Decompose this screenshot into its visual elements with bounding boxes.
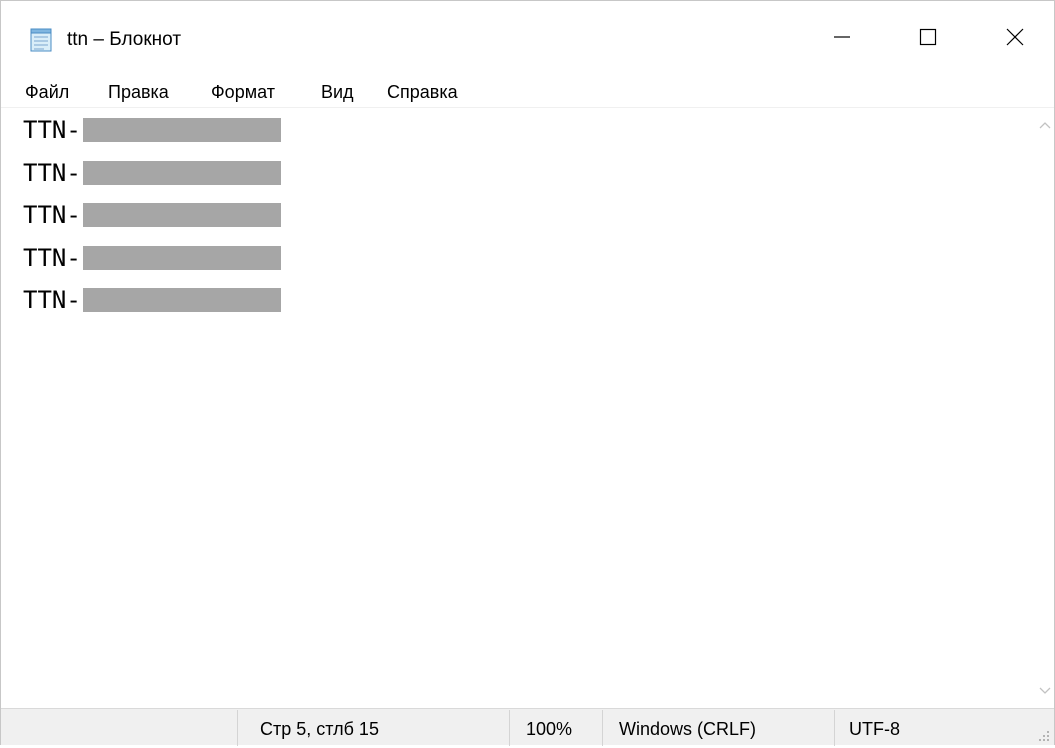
minimize-button[interactable]	[807, 1, 877, 77]
notepad-window: ttn – Блокнот Файл Правка Формат Вид Спр…	[0, 0, 1055, 746]
chevron-down-icon[interactable]	[1037, 683, 1053, 699]
redacted-block	[82, 246, 281, 270]
line-ending: Windows (CRLF)	[619, 719, 757, 739]
menu-edit[interactable]: Правка	[106, 79, 171, 105]
vertical-scrollbar[interactable]	[1035, 108, 1054, 708]
line-text: TTN-	[23, 159, 81, 187]
text-line: TTN-	[23, 158, 281, 188]
line-text: TTN-	[23, 201, 81, 229]
close-button[interactable]	[980, 1, 1050, 77]
redacted-block	[82, 161, 281, 185]
resize-grip-icon[interactable]	[1035, 727, 1051, 743]
redacted-block	[82, 203, 281, 227]
maximize-icon	[918, 27, 938, 52]
minimize-icon	[832, 27, 852, 52]
text-line: TTN-	[23, 243, 281, 273]
window-title: ttn – Блокнот	[67, 29, 182, 50]
status-divider	[237, 710, 238, 746]
text-editor[interactable]: TTN- TTN- TTN- TTN- TTN-	[1, 108, 1035, 708]
menu-format[interactable]: Формат	[209, 79, 277, 105]
line-text: TTN-	[23, 244, 81, 272]
line-text: TTN-	[23, 286, 81, 314]
menu-bar: Файл Правка Формат Вид Справка	[1, 77, 1054, 107]
menu-help[interactable]: Справка	[385, 79, 460, 105]
menu-view[interactable]: Вид	[319, 79, 356, 105]
status-divider	[509, 710, 510, 746]
redacted-block	[82, 288, 281, 312]
status-bar: Стр 5, стлб 15 100% Windows (CRLF) UTF-8	[1, 708, 1054, 746]
maximize-button[interactable]	[893, 1, 963, 77]
chevron-up-icon[interactable]	[1037, 117, 1053, 133]
text-line: TTN-	[23, 285, 281, 315]
status-divider	[834, 710, 835, 746]
title-bar[interactable]: ttn – Блокнот	[1, 1, 1054, 77]
redacted-block	[82, 118, 281, 142]
status-divider	[602, 710, 603, 746]
line-text: TTN-	[23, 116, 81, 144]
close-icon	[1005, 27, 1025, 52]
text-line: TTN-	[23, 200, 281, 230]
text-line: TTN-	[23, 115, 281, 145]
cursor-position: Стр 5, стлб 15	[260, 719, 379, 739]
zoom-level: 100%	[526, 719, 573, 739]
menu-file[interactable]: Файл	[23, 79, 71, 105]
encoding: UTF-8	[849, 719, 900, 739]
notepad-icon[interactable]	[28, 27, 54, 53]
